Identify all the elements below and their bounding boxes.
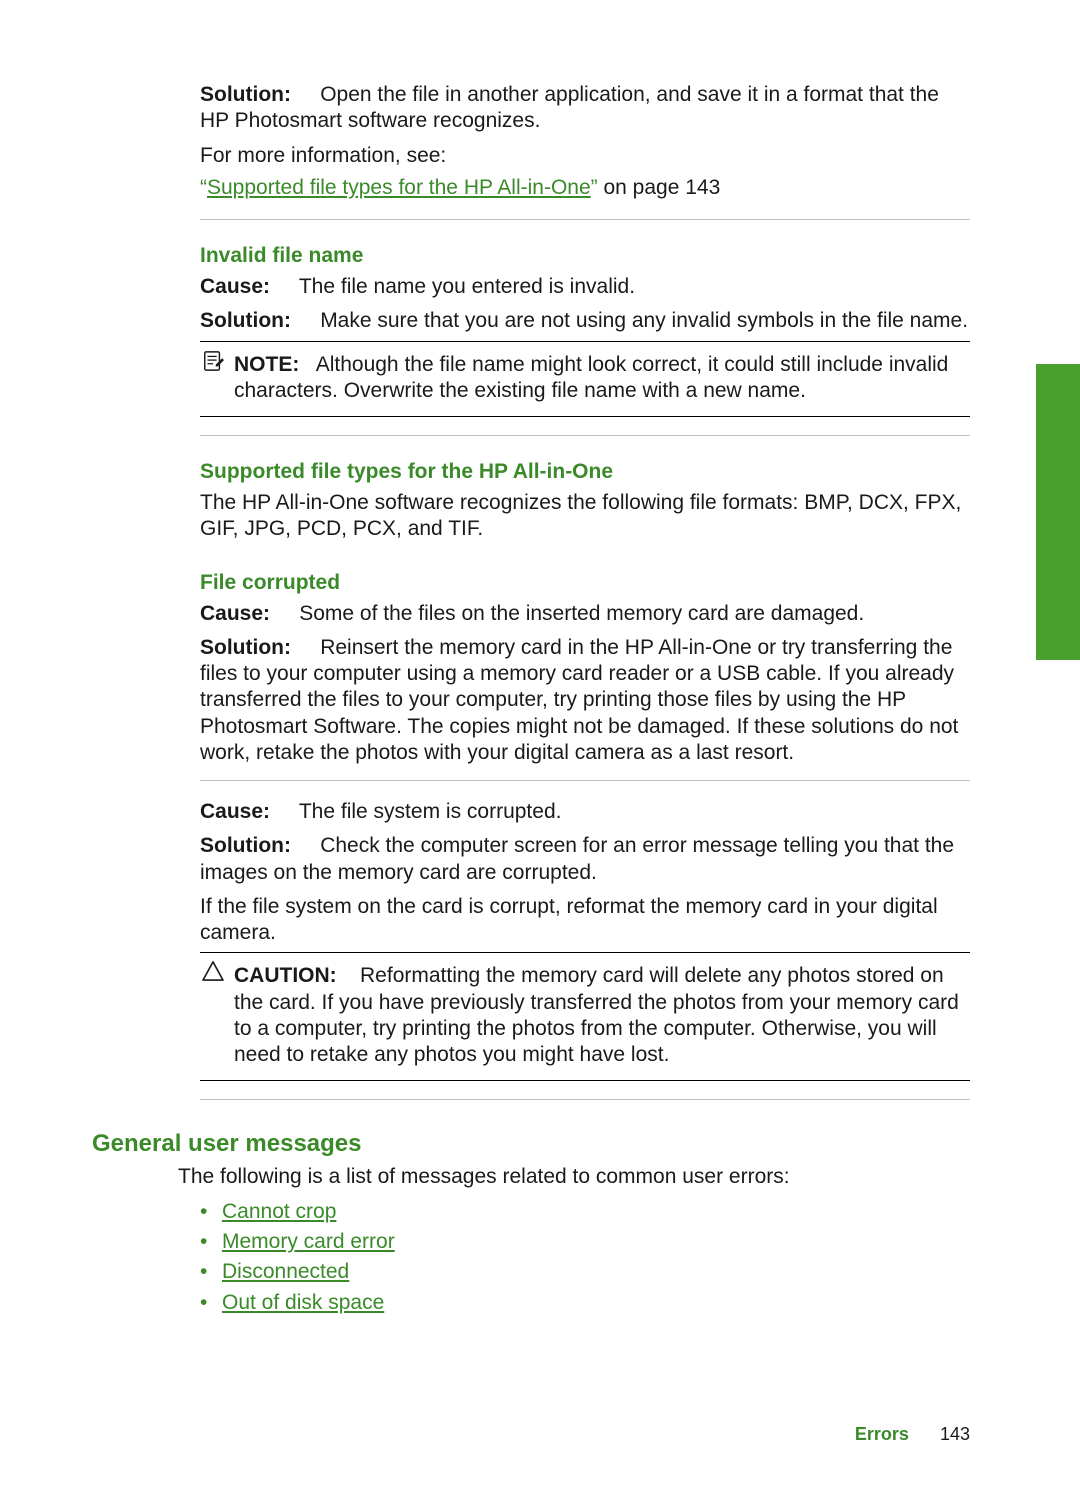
- caution-content: CAUTION: Reformatting the memory card wi…: [200, 959, 970, 1074]
- text: Reinsert the memory card in the HP All-i…: [200, 636, 958, 764]
- text: The following is a list of messages rela…: [178, 1165, 790, 1188]
- divider: [200, 435, 970, 436]
- text: Make sure that you are not using any inv…: [320, 309, 968, 332]
- text: The file system is corrupted.: [299, 800, 562, 823]
- link-out-of-disk-space[interactable]: Out of disk space: [222, 1291, 384, 1314]
- note-divider: [200, 341, 970, 342]
- note-icon: [200, 350, 226, 377]
- text: Some of the files on the inserted memory…: [299, 602, 864, 625]
- text: Although the file name might look correc…: [234, 353, 948, 402]
- paragraph: If the file system on the card is corrup…: [200, 894, 970, 947]
- divider: [200, 219, 970, 220]
- heading-file-corrupted: File corrupted: [200, 571, 970, 595]
- caution-block: CAUTION: Reformatting the memory card wi…: [200, 952, 970, 1081]
- paragraph: Cause: Some of the files on the inserted…: [200, 601, 970, 627]
- side-tab: [1036, 364, 1080, 660]
- quote-close: ”: [591, 176, 598, 199]
- paragraph: Cause: The file system is corrupted.: [200, 799, 970, 825]
- label-caution: CAUTION:: [234, 964, 337, 987]
- note-divider: [200, 1080, 970, 1081]
- link-cannot-crop[interactable]: Cannot crop: [222, 1200, 336, 1223]
- footer-page-number: 143: [940, 1424, 970, 1444]
- label-cause: Cause:: [200, 602, 270, 625]
- paragraph: The HP All-in-One software recognizes th…: [200, 490, 970, 543]
- label-solution: Solution:: [200, 83, 291, 106]
- note-divider: [200, 416, 970, 417]
- message-list: Cannot crop Memory card error Disconnect…: [200, 1197, 970, 1319]
- label-note: NOTE:: [234, 353, 299, 376]
- page-footer: Errors 143: [855, 1424, 970, 1445]
- label-solution: Solution:: [200, 636, 291, 659]
- heading-invalid-file-name: Invalid file name: [200, 244, 970, 268]
- note-divider: [200, 952, 970, 953]
- link-disconnected[interactable]: Disconnected: [222, 1260, 349, 1283]
- divider: [200, 780, 970, 781]
- paragraph: Solution: Reinsert the memory card in th…: [200, 635, 970, 766]
- list-item: Disconnected: [200, 1257, 970, 1287]
- document-page: Solution: Open the file in another appli…: [0, 0, 1080, 1495]
- list-item: Memory card error: [200, 1227, 970, 1257]
- paragraph: “Supported file types for the HP All-in-…: [200, 175, 970, 201]
- link-memory-card-error[interactable]: Memory card error: [222, 1230, 395, 1253]
- quote-open: “: [200, 176, 207, 199]
- caution-icon: [200, 961, 226, 986]
- heading-general-user-messages: General user messages: [92, 1130, 970, 1158]
- paragraph: Solution: Open the file in another appli…: [200, 82, 970, 135]
- paragraph: Cause: The file name you entered is inva…: [200, 274, 970, 300]
- divider: [200, 1099, 970, 1100]
- text: The HP All-in-One software recognizes th…: [200, 491, 961, 540]
- link-supported-file-types[interactable]: Supported file types for the HP All-in-O…: [207, 176, 591, 199]
- list-item: Cannot crop: [200, 1197, 970, 1227]
- text: If the file system on the card is corrup…: [200, 895, 938, 944]
- label-solution: Solution:: [200, 309, 291, 332]
- text: The file name you entered is invalid.: [299, 275, 635, 298]
- note-content: NOTE: Although the file name might look …: [200, 348, 970, 411]
- list-item: Out of disk space: [200, 1288, 970, 1318]
- paragraph: The following is a list of messages rela…: [178, 1164, 970, 1190]
- paragraph: For more information, see:: [200, 143, 970, 169]
- label-cause: Cause:: [200, 275, 270, 298]
- paragraph: Solution: Make sure that you are not usi…: [200, 308, 970, 334]
- link-tail: on page 143: [598, 176, 721, 199]
- text: For more information, see:: [200, 144, 446, 167]
- label-solution: Solution:: [200, 834, 291, 857]
- footer-section: Errors: [855, 1424, 909, 1444]
- note-block: NOTE: Although the file name might look …: [200, 341, 970, 418]
- label-cause: Cause:: [200, 800, 270, 823]
- paragraph: Solution: Check the computer screen for …: [200, 833, 970, 886]
- text: Check the computer screen for an error m…: [200, 834, 954, 883]
- heading-supported-file-types: Supported file types for the HP All-in-O…: [200, 460, 970, 484]
